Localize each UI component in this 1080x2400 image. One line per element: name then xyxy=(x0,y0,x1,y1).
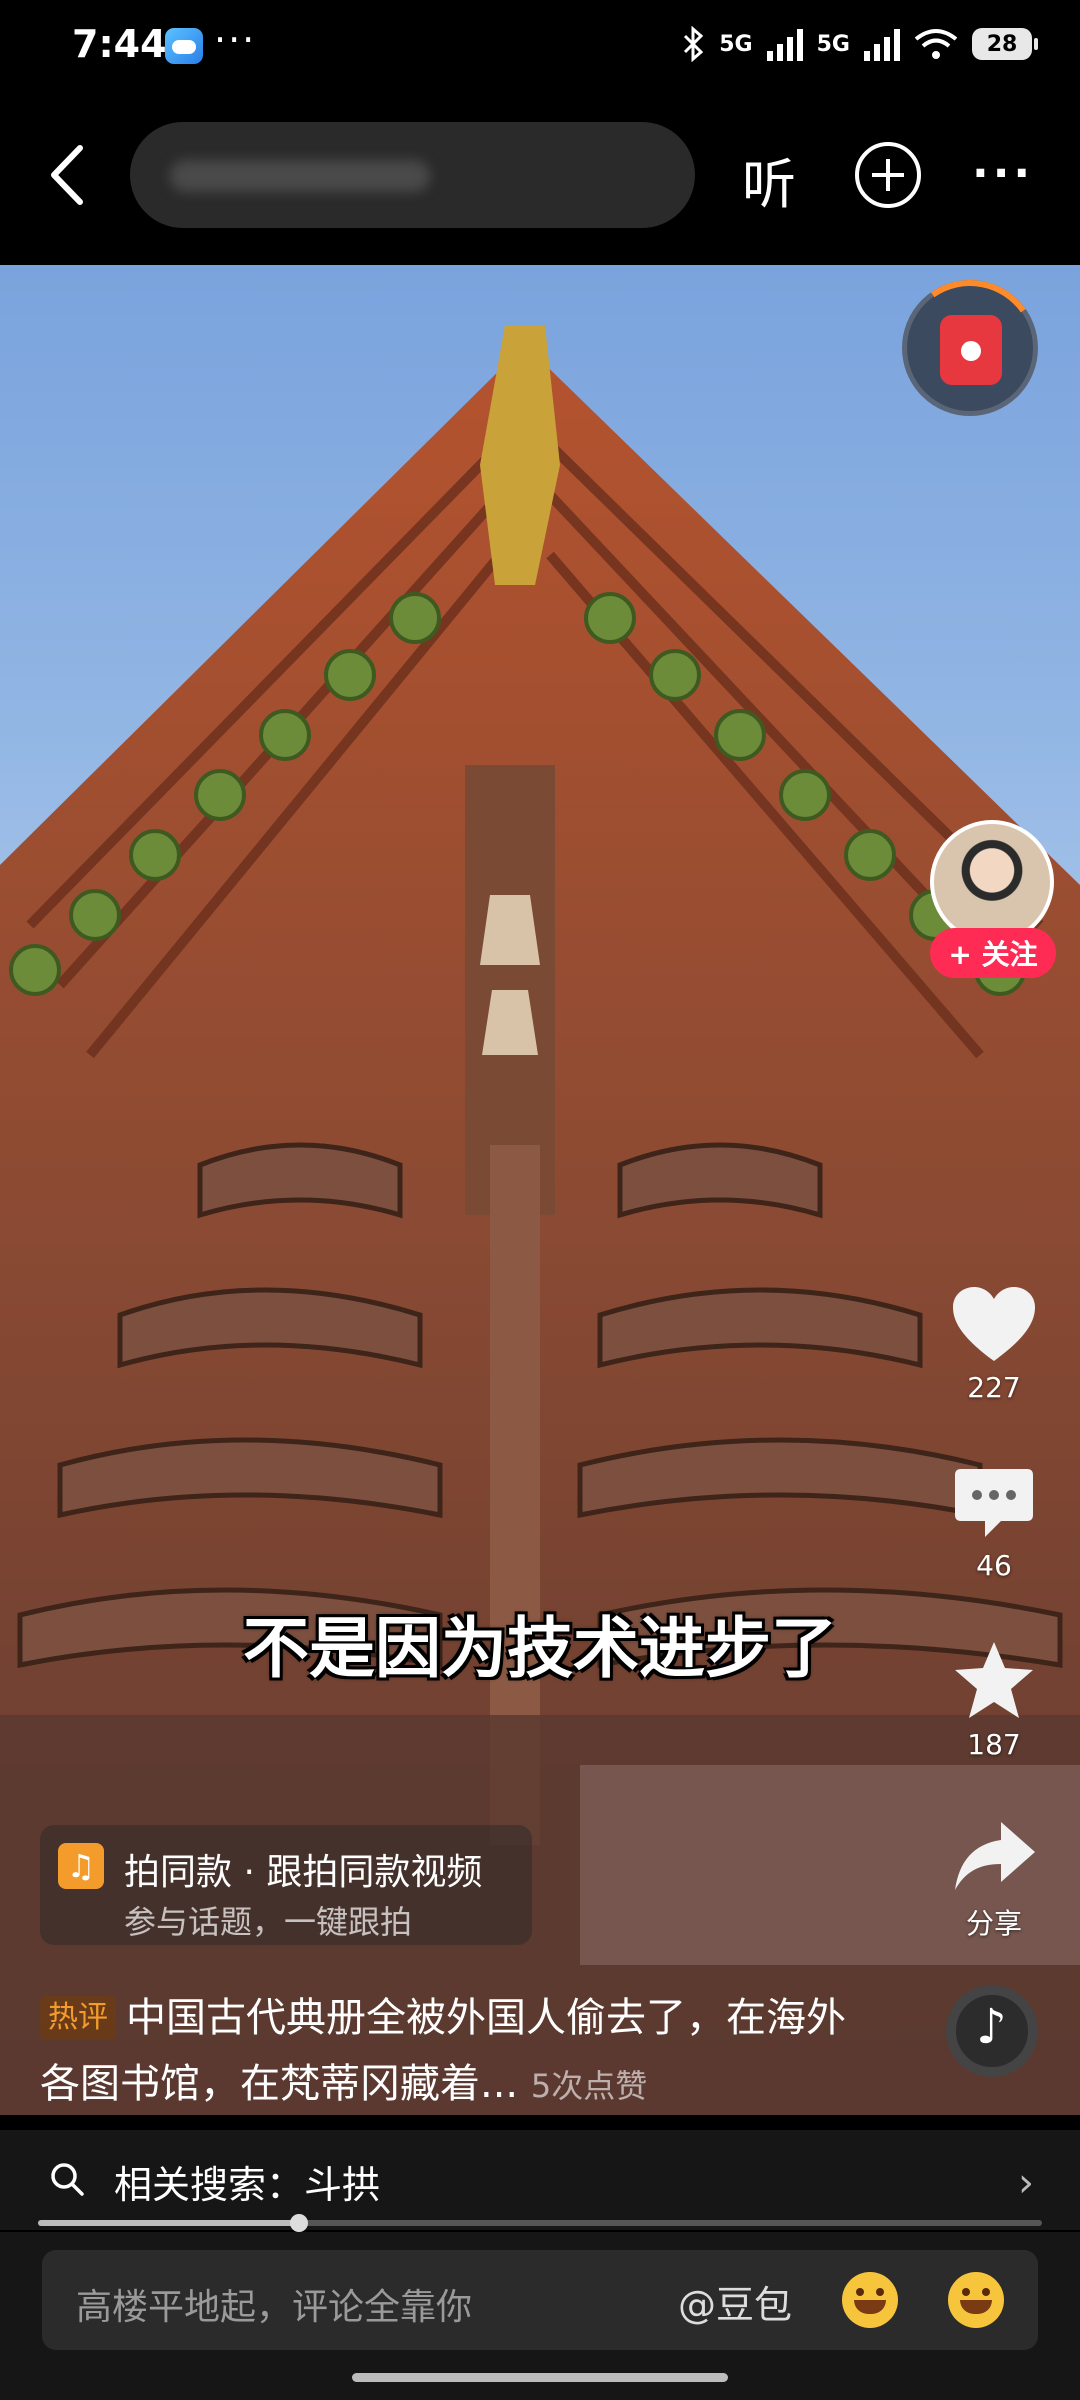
hot-comment[interactable]: 热评 中国古代典册全被外国人偷去了，在海外各图书馆，在梵蒂冈藏着... 5次点赞 xyxy=(40,1985,870,2115)
follow-button[interactable]: + 关注 xyxy=(930,928,1056,978)
hot-comment-tag: 热评 xyxy=(40,1996,116,2040)
comment-input[interactable]: 高楼平地起，评论全靠你 @豆包 xyxy=(42,2250,1038,2350)
chevron-right-icon: › xyxy=(1018,2160,1034,2206)
author-avatar[interactable] xyxy=(930,820,1054,944)
red-packet-icon[interactable] xyxy=(891,269,1049,427)
star-icon xyxy=(955,1642,1033,1718)
heart-icon xyxy=(953,1287,1035,1361)
hot-comment-likes: 5次点赞 xyxy=(530,2067,648,2105)
weather-icon xyxy=(165,28,203,64)
network-label-2: 5G xyxy=(816,31,850,57)
comment-icon xyxy=(955,1469,1033,1537)
video-progress-fill xyxy=(38,2220,300,2226)
video-subtitle: 不是因为技术进步了 xyxy=(243,1610,837,1687)
grin-emoji-icon[interactable] xyxy=(948,2272,1004,2328)
red-packet-bag xyxy=(940,315,1002,385)
wifi-icon xyxy=(914,29,958,59)
like-button[interactable]: 227 xyxy=(946,1285,1042,1404)
top-nav-bar: 听 ··· xyxy=(0,90,1080,265)
share-icon xyxy=(955,1822,1035,1890)
more-icon[interactable]: ··· xyxy=(972,148,1034,199)
shoot-same-subtitle: 参与话题，一键跟拍 xyxy=(124,1903,413,1941)
status-more-dots: ··· xyxy=(214,18,257,62)
favorite-button[interactable]: 187 xyxy=(946,1640,1042,1761)
related-search-label: 相关搜索：斗拱 xyxy=(114,2163,381,2207)
network-label-1: 5G xyxy=(719,31,753,57)
shoot-same-title: 拍同款 · 跟拍同款视频 xyxy=(124,1852,483,1893)
favorite-count: 187 xyxy=(967,1728,1021,1761)
status-indicators: 5G 5G 28 xyxy=(681,24,1038,64)
back-icon[interactable] xyxy=(40,140,100,210)
mention-doubao-button[interactable]: @豆包 xyxy=(678,2274,792,2329)
signal-icon xyxy=(864,27,900,61)
laugh-emoji-icon[interactable] xyxy=(842,2272,898,2328)
hot-comment-text: 中国古代典册全被外国人偷去了，在海外各图书馆，在梵蒂冈藏着... xyxy=(40,1995,846,2107)
plus-icon[interactable] xyxy=(855,142,921,208)
video-progress-knob[interactable] xyxy=(290,2214,309,2232)
shoot-same-style-card[interactable]: ♫ 拍同款 · 跟拍同款视频 参与话题，一键跟拍 xyxy=(40,1825,532,1945)
music-disc[interactable] xyxy=(946,1985,1038,2077)
signal-icon xyxy=(766,27,803,61)
video-player[interactable]: 不是因为技术进步了 ♫ 拍同款 · 跟拍同款视频 参与话题，一键跟拍 热评 中国古… xyxy=(0,265,1080,2115)
comment-placeholder: 高楼平地起，评论全靠你 xyxy=(76,2287,473,2328)
search-bar[interactable] xyxy=(130,122,695,228)
search-bar-blurred-text xyxy=(170,160,430,192)
music-note-icon: ♫ xyxy=(58,1843,104,1889)
comment-button[interactable]: 46 xyxy=(946,1465,1042,1582)
share-button[interactable]: 分享 xyxy=(946,1818,1042,1942)
search-icon xyxy=(51,2163,84,2196)
comment-count: 46 xyxy=(976,1549,1012,1582)
home-indicator[interactable] xyxy=(352,2373,728,2382)
listen-button[interactable]: 听 xyxy=(742,140,796,219)
bluetooth-icon xyxy=(684,26,704,62)
status-time: 7:44 xyxy=(72,22,167,66)
battery-indicator: 28 xyxy=(972,28,1038,60)
video-progress-bar[interactable] xyxy=(38,2214,1042,2232)
like-count: 227 xyxy=(967,1371,1021,1404)
related-search-bar[interactable]: 相关搜索：斗拱 › xyxy=(0,2130,1080,2230)
status-bar: 7:44 ··· 5G 5G 28 xyxy=(0,0,1080,90)
share-label: 分享 xyxy=(965,1907,1022,1940)
